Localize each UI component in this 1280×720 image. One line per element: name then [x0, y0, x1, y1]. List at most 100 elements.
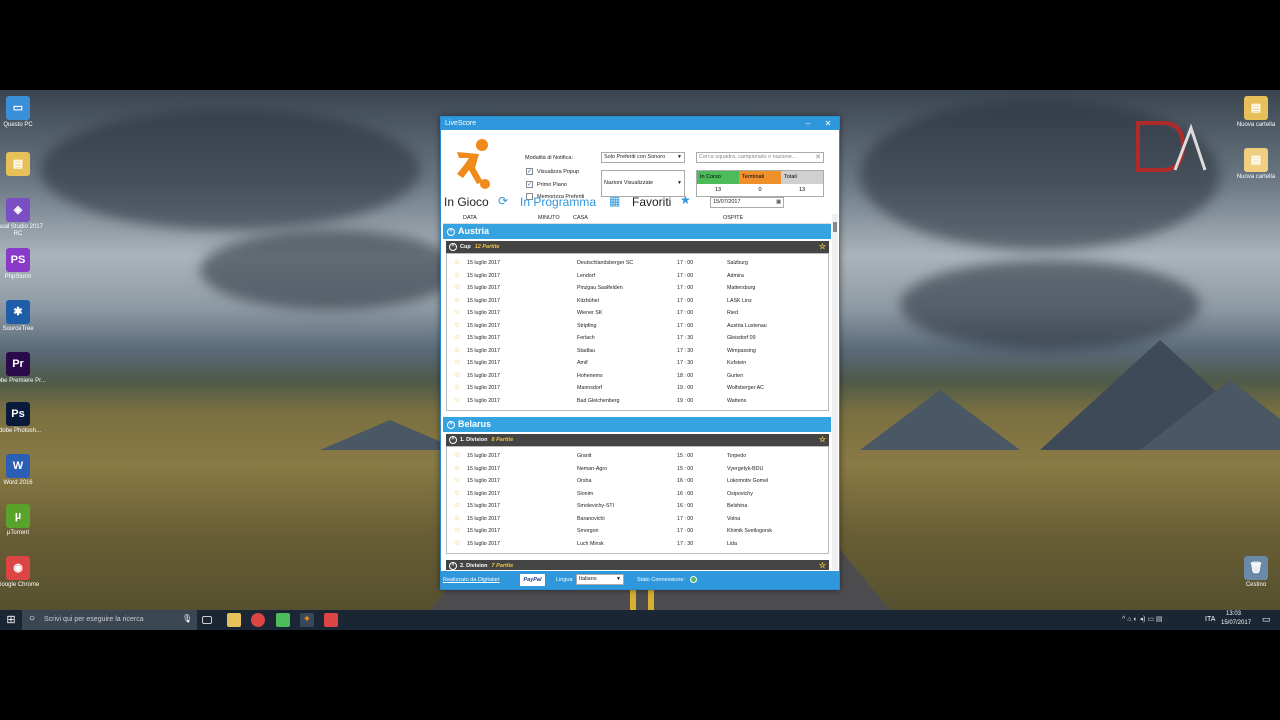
scrollbar[interactable] — [832, 214, 838, 570]
match-row[interactable]: ☆ 15 luglio 2017 Lendorf 17 : 00 Admira — [447, 270, 828, 283]
favorite-star-icon[interactable]: ☆ — [454, 463, 460, 476]
lingua-select[interactable]: Italiano ▼ — [576, 574, 624, 585]
recorder-icon[interactable] — [324, 613, 338, 627]
desktop-icon-recycle-bin[interactable]: 🗑 Cestino — [1226, 556, 1280, 589]
favorite-star-icon[interactable]: ☆ — [454, 450, 460, 463]
desktop-icon-utorrent[interactable]: µ µTorrent — [0, 504, 48, 537]
collapse-icon[interactable]: ^ — [449, 561, 457, 570]
tray-lang[interactable]: ITA — [1205, 616, 1215, 623]
task-view-icon[interactable] — [202, 616, 212, 624]
desktop-icon-sourcetree[interactable]: ✱ SourceTree — [0, 300, 48, 333]
collapse-icon[interactable]: ^ — [449, 242, 457, 251]
tray-icons[interactable]: ^ ⌂ ◐ ◂) ▭ ▤ — [1122, 615, 1163, 623]
favorite-star-icon[interactable]: ☆ — [454, 395, 460, 408]
favorite-star-icon[interactable]: ☆ — [454, 257, 460, 270]
windows-start-icon[interactable]: ⊞ — [4, 613, 18, 627]
match-row[interactable]: ☆ 15 luglio 2017 Wiener SK 17 : 00 Ried — [447, 307, 828, 320]
collapse-icon[interactable]: ^ — [449, 435, 457, 444]
close-button[interactable]: ✕ — [821, 117, 835, 130]
livescore-taskbar-icon[interactable]: ✦ — [300, 613, 314, 627]
desktop-icon-new-folder-1[interactable]: ▤ Nuova cartella — [1226, 96, 1280, 129]
desktop-icon-photoshop[interactable]: Ps Adobe Photosh... — [0, 402, 48, 435]
match-row[interactable]: ☆ 15 luglio 2017 Luch Minsk 17 : 30 Lida — [447, 538, 828, 551]
tab-in-gioco[interactable]: In Gioco — [444, 195, 489, 209]
match-row[interactable]: ☆ 15 luglio 2017 Mannsdorf 19 : 00 Wolfsberg… — [447, 382, 828, 395]
tab-in-programma[interactable]: In Programma — [520, 195, 596, 209]
checkbox-0[interactable]: ✓ — [526, 168, 533, 175]
match-row[interactable]: ☆ 15 luglio 2017 Smorgon 17 : 00 Khimik Svet… — [447, 525, 828, 538]
favorite-star-icon[interactable]: ☆ — [454, 295, 460, 308]
search-input[interactable]: Cerca squadra, campionato o nazione... ✕ — [696, 152, 824, 163]
favorite-star-icon[interactable]: ☆ — [454, 488, 460, 501]
league-header[interactable]: ^ 1. Division 8 Partite ☆ — [446, 434, 829, 446]
country-header[interactable]: ^ Belarus — [443, 417, 831, 432]
file-explorer-icon[interactable] — [227, 613, 241, 627]
league-header[interactable]: ^ 2. Division 7 Partite ☆ — [446, 560, 829, 570]
match-row[interactable]: ☆ 15 luglio 2017 Orsha 16 : 00 Lokomotiv Gom… — [447, 475, 828, 488]
calendar-icon[interactable]: ▦ — [609, 194, 620, 208]
col-data[interactable]: DATA — [463, 215, 477, 221]
collapse-icon[interactable]: ^ — [447, 227, 455, 236]
favorite-star-icon[interactable]: ☆ — [454, 513, 460, 526]
favorite-star-icon[interactable]: ☆ — [454, 370, 460, 383]
match-row[interactable]: ☆ 15 luglio 2017 Deutschlandsberger SC 17 :… — [447, 257, 828, 270]
camtasia-icon[interactable] — [276, 613, 290, 627]
desktop-icon-this-pc[interactable]: ▭ Questo PC — [0, 96, 48, 129]
col-minuto[interactable]: MINUTO — [538, 215, 560, 221]
notify-select[interactable]: Solo Preferiti con Sonoro ▼ — [601, 152, 685, 163]
paypal-button[interactable]: PayPal — [520, 574, 545, 586]
match-row[interactable]: ☆ 15 luglio 2017 Ferlach 17 : 30 Gleisdorf 0… — [447, 332, 828, 345]
desktop-icon-visual-studio[interactable]: ◈ Visual Studio 2017 RC — [0, 198, 48, 238]
favorite-star-icon[interactable]: ☆ — [454, 320, 460, 333]
match-row[interactable]: ☆ 15 luglio 2017 Kitzbühel 17 : 00 LASK Linz — [447, 295, 828, 308]
match-row[interactable]: ☆ 15 luglio 2017 Neman-Agro 15 : 00 Vyergety… — [447, 463, 828, 476]
date-picker[interactable]: 15/07/2017 ▦ — [710, 197, 784, 208]
chrome-taskbar-icon[interactable] — [251, 613, 265, 627]
match-row[interactable]: ☆ 15 luglio 2017 Slonim 16 : 00 Osipovichy — [447, 488, 828, 501]
match-row[interactable]: ☆ 15 luglio 2017 Bad Gleichenberg 19 : 00 Wa… — [447, 395, 828, 408]
country-header[interactable]: ^ Austria — [443, 224, 831, 239]
microphone-icon[interactable]: 🎙 — [182, 614, 192, 623]
favorite-star-icon[interactable]: ☆ — [454, 525, 460, 538]
nations-select[interactable]: Nazioni Visualizzate ▼ — [601, 170, 685, 197]
desktop-icon-premiere[interactable]: Pr Adobe Premiere Pr... — [0, 352, 48, 385]
league-favorite-star-icon[interactable]: ☆ — [819, 434, 826, 446]
tray-date[interactable]: 15/07/2017 — [1221, 620, 1251, 626]
match-row[interactable]: ☆ 15 luglio 2017 Smolevichy-STI 16 : 00 Bels… — [447, 500, 828, 513]
favorite-star-icon[interactable]: ☆ — [454, 270, 460, 283]
match-row[interactable]: ☆ 15 luglio 2017 Pinzgau Saalfelden 17 : 00… — [447, 282, 828, 295]
match-row[interactable]: ☆ 15 luglio 2017 Baranovichi 17 : 00 Volna — [447, 513, 828, 526]
desktop-icon-word[interactable]: W Word 2016 — [0, 454, 48, 487]
credit-link[interactable]: Realizzato da Digitalart — [443, 577, 500, 583]
desktop-icon-chrome[interactable]: ◉ Google Chrome — [0, 556, 48, 589]
favorite-star-icon[interactable]: ☆ — [454, 500, 460, 513]
match-row[interactable]: ☆ 15 luglio 2017 Hohenems 18 : 00 Gurten — [447, 370, 828, 383]
match-row[interactable]: ☆ 15 luglio 2017 Stripfing 17 : 00 Austria L… — [447, 320, 828, 333]
favorite-star-icon[interactable]: ☆ — [454, 382, 460, 395]
col-ospite[interactable]: OSPITE — [723, 215, 743, 221]
favorite-star-icon[interactable]: ☆ — [454, 282, 460, 295]
checkbox-1[interactable]: ✓ — [526, 180, 533, 188]
league-header[interactable]: ^ Cup 12 Partite ☆ — [446, 241, 829, 253]
favorite-star-icon[interactable]: ☆ — [454, 332, 460, 345]
match-row[interactable]: ☆ 15 luglio 2017 Stadlau 17 : 30 Wimpassing — [447, 345, 828, 358]
desktop-icon-phpstorm[interactable]: PS PhpStorm — [0, 248, 48, 281]
match-row[interactable]: ☆ 15 luglio 2017 Amif 17 : 30 Kufstein — [447, 357, 828, 370]
match-row[interactable]: ☆ 15 luglio 2017 Granit 15 : 00 Torpedo — [447, 450, 828, 463]
favorites-star-icon[interactable]: ★ — [680, 193, 691, 207]
refresh-icon[interactable]: ⟳ — [498, 194, 508, 208]
tab-favoriti[interactable]: Favoriti — [632, 195, 671, 209]
favorite-star-icon[interactable]: ☆ — [454, 475, 460, 488]
favorite-star-icon[interactable]: ☆ — [454, 357, 460, 370]
clear-icon[interactable]: ✕ — [815, 153, 821, 162]
desktop-icon-user-folder[interactable]: ▤ — [0, 152, 48, 178]
minimize-button[interactable]: – — [801, 117, 815, 130]
collapse-icon[interactable]: ^ — [447, 420, 455, 429]
taskbar-search[interactable]: ○ Scrivi qui per eseguire la ricerca 🎙 — [22, 610, 197, 630]
favorite-star-icon[interactable]: ☆ — [454, 538, 460, 551]
desktop-icon-new-folder-2[interactable]: ▤ Nuova cartella — [1226, 148, 1280, 181]
league-favorite-star-icon[interactable]: ☆ — [819, 560, 826, 570]
favorite-star-icon[interactable]: ☆ — [454, 307, 460, 320]
favorite-star-icon[interactable]: ☆ — [454, 345, 460, 358]
notifications-icon[interactable]: ▭ — [1262, 614, 1271, 625]
